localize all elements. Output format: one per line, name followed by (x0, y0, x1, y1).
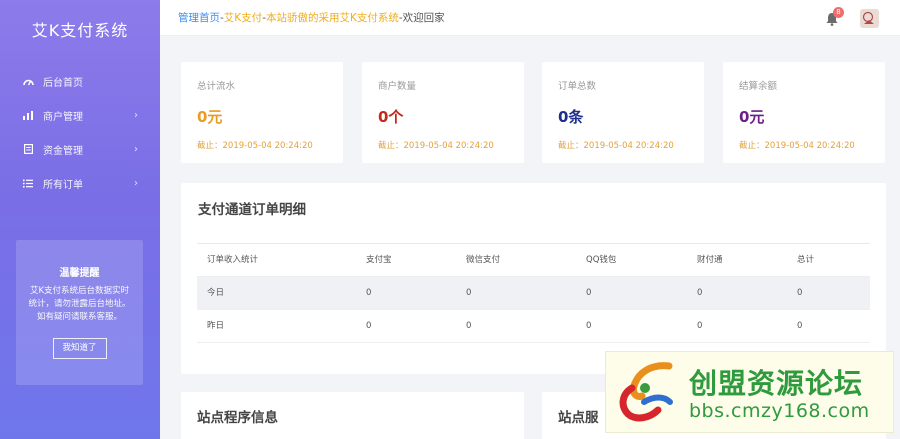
watermark-title: 创盟资源论坛 (689, 367, 864, 400)
table-header: 总计 (797, 255, 815, 265)
stat-label: 商户数量 (378, 81, 417, 92)
table-header-row: 订单收入统计 支付宝 微信支付 QQ钱包 财付通 总计 (197, 244, 870, 277)
chevron-right-icon: › (134, 177, 138, 189)
stat-value: 0条 (558, 108, 584, 126)
sidebar-item-label: 后台首页 (43, 77, 83, 89)
sidebar-item-label: 资金管理 (43, 145, 83, 157)
stat-label: 订单总数 (558, 81, 597, 92)
notice-text: 艾K支付系统后台数据实时统计，请勿泄露后台地址。如有疑问请联系客服。 (28, 286, 131, 322)
stat-value: 0个 (378, 108, 404, 126)
breadcrumb-home[interactable]: 管理首页 (178, 10, 220, 25)
bar-chart-icon (22, 109, 34, 121)
stat-meta: 截止：2019-05-04 20:24:20 (558, 141, 674, 151)
list-icon (22, 177, 34, 189)
watermark: 创盟资源论坛 bbs.cmzy168.com (605, 351, 894, 433)
stat-meta: 截止：2019-05-04 20:24:20 (378, 141, 494, 151)
table-cell: 0 (586, 288, 592, 298)
chevron-right-icon: › (134, 143, 138, 155)
stat-card-balance: 结算余额 0元 截止：2019-05-04 20:24:20 (723, 62, 885, 163)
stat-label: 结算余额 (739, 81, 778, 92)
watermark-url: bbs.cmzy168.com (689, 400, 870, 422)
breadcrumb-welcome: 欢迎回家 (402, 12, 445, 24)
top-header: 管理首页 - 艾K支付 - 本站骄傲的采用艾K支付系统 - 欢迎回家 8 (160, 0, 900, 36)
sidebar-item-label: 所有订单 (43, 179, 83, 191)
notification-badge: 8 (833, 7, 844, 18)
channel-table: 订单收入统计 支付宝 微信支付 QQ钱包 财付通 总计 今日 0 0 0 0 0… (197, 243, 870, 343)
table-cell: 0 (466, 321, 472, 331)
table-row: 今日 0 0 0 0 0 (197, 277, 870, 310)
sidebar-item-merchants[interactable]: 商户管理 › (0, 98, 160, 132)
breadcrumb-slogan: 本站骄傲的采用艾K支付系统 (265, 12, 399, 24)
table-cell: 0 (466, 288, 472, 298)
panel-title: 站点服 (558, 410, 599, 426)
table-header: 财付通 (697, 255, 723, 265)
stat-meta: 截止：2019-05-04 20:24:20 (197, 141, 313, 151)
stat-card-orders: 订单总数 0条 截止：2019-05-04 20:24:20 (542, 62, 704, 163)
table-cell: 今日 (207, 288, 225, 298)
sidebar-item-dashboard[interactable]: 后台首页 (0, 64, 160, 98)
notice-button[interactable]: 我知道了 (52, 338, 107, 359)
avatar[interactable] (860, 9, 879, 28)
stat-card-turnover: 总计流水 0元 截止：2019-05-04 20:24:20 (181, 62, 343, 163)
sidebar-item-orders[interactable]: 所有订单 › (0, 166, 160, 200)
chevron-right-icon: › (134, 109, 138, 121)
sidebar: 艾K支付系统 后台首页 商户管理 › 资金管理 › 所有订单 › 温馨提醒 艾K… (0, 0, 160, 439)
table-cell: 0 (586, 321, 592, 331)
table-header: QQ钱包 (586, 255, 617, 265)
watermark-logo-icon (614, 358, 684, 432)
table-header: 订单收入统计 (207, 255, 259, 265)
panel-title: 站点程序信息 (197, 410, 278, 426)
stat-value: 0元 (739, 108, 765, 126)
table-cell: 0 (697, 321, 703, 331)
table-header: 微信支付 (466, 255, 501, 265)
stat-value: 0元 (197, 108, 223, 126)
stat-label: 总计流水 (197, 81, 236, 92)
table-cell: 0 (797, 288, 803, 298)
document-icon (22, 143, 34, 155)
notice-title: 温馨提醒 (59, 268, 100, 279)
site-program-info-panel: 站点程序信息 (181, 392, 524, 439)
stat-meta: 截止：2019-05-04 20:24:20 (739, 141, 855, 151)
brand-title: 艾K支付系统 (31, 21, 129, 40)
table-cell: 0 (797, 321, 803, 331)
stat-card-merchants: 商户数量 0个 截止：2019-05-04 20:24:20 (362, 62, 524, 163)
dashboard-icon (22, 75, 34, 87)
table-cell: 0 (366, 288, 372, 298)
notice-box: 温馨提醒 艾K支付系统后台数据实时统计，请勿泄露后台地址。如有疑问请联系客服。 … (16, 240, 143, 385)
table-header: 支付宝 (366, 255, 392, 265)
table-cell: 昨日 (207, 321, 225, 331)
table-cell: 0 (366, 321, 372, 331)
table-cell: 0 (697, 288, 703, 298)
sidebar-item-funds[interactable]: 资金管理 › (0, 132, 160, 166)
table-row: 昨日 0 0 0 0 0 (197, 310, 870, 343)
channel-orders-panel: 支付通道订单明细 订单收入统计 支付宝 微信支付 QQ钱包 财付通 总计 今日 … (181, 183, 886, 374)
breadcrumb-site: 艾K支付 (223, 12, 263, 24)
sidebar-nav: 后台首页 商户管理 › 资金管理 › 所有订单 › (0, 64, 160, 200)
sidebar-item-label: 商户管理 (43, 111, 83, 123)
panel-title: 支付通道订单明细 (198, 202, 306, 218)
